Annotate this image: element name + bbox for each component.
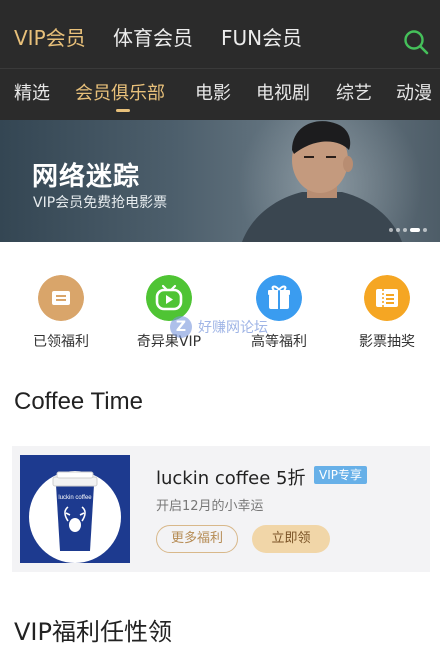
pagination-dot — [423, 228, 427, 232]
vip-exclusive-badge: VIP专享 — [314, 466, 367, 484]
coffee-offer-card[interactable]: luckin coffee luckin coffee 5折 VIP专享 开启1… — [12, 446, 430, 572]
tab-movies[interactable]: 电影 — [195, 81, 231, 107]
search-icon[interactable] — [402, 28, 432, 58]
pagination-dot — [389, 228, 393, 232]
tab-vip-member[interactable]: VIP会员 — [14, 24, 86, 52]
ticket-icon — [38, 275, 84, 321]
tab-member-club[interactable]: 会员俱乐部 — [75, 81, 165, 107]
benefit-claimed[interactable]: 已领福利 — [7, 275, 107, 355]
top-header: VIP会员 体育会员 FUN会员 — [0, 0, 440, 68]
banner-title: 网络迷踪 — [32, 162, 141, 192]
tab-variety[interactable]: 综艺 — [336, 81, 372, 107]
benefit-label: 影票抽奖 — [359, 334, 415, 350]
benefit-ticket-lottery[interactable]: 影票抽奖 — [333, 275, 433, 355]
pagination-dot-active — [410, 228, 420, 232]
coffee-section-title: Coffee Time — [14, 388, 143, 415]
pagination-dot — [403, 228, 407, 232]
tv-icon — [146, 275, 192, 321]
claim-now-button[interactable]: 立即领 — [252, 525, 330, 553]
lottery-ticket-icon — [364, 275, 410, 321]
banner-actor-photo — [242, 121, 402, 242]
benefit-premium[interactable]: 高等福利 — [225, 275, 325, 355]
active-tab-indicator — [116, 109, 130, 112]
tab-tv-series[interactable]: 电视剧 — [256, 81, 310, 107]
tab-sports-member[interactable]: 体育会员 — [113, 24, 193, 52]
coffee-offer-subtitle: 开启12月的小幸运 — [156, 499, 264, 514]
coffee-offer-title: luckin coffee 5折 — [156, 468, 306, 489]
category-tab-bar: 精选 会员俱乐部 电影 电视剧 综艺 动漫 — [0, 68, 440, 120]
watermark-text: 好赚网论坛 — [198, 320, 268, 336]
benefit-kiwi-vip[interactable]: 奇异果VIP — [115, 275, 215, 355]
coffee-cup-image: luckin coffee — [20, 455, 130, 563]
more-benefits-button[interactable]: 更多福利 — [156, 525, 238, 553]
tab-featured[interactable]: 精选 — [14, 81, 50, 107]
tab-fun-member[interactable]: FUN会员 — [221, 24, 302, 52]
pagination-dot — [396, 228, 400, 232]
watermark-badge: Z — [170, 316, 192, 338]
gift-icon — [256, 275, 302, 321]
banner-subtitle: VIP会员免费抢电影票 — [33, 195, 168, 211]
cup-brand-text: luckin coffee — [58, 495, 92, 501]
vip-benefits-section-title: VIP福利任性领 — [14, 618, 172, 646]
benefit-label: 已领福利 — [33, 334, 89, 350]
promo-banner[interactable]: 网络迷踪 VIP会员免费抢电影票 — [0, 120, 440, 242]
tab-anime[interactable]: 动漫 — [396, 81, 432, 107]
